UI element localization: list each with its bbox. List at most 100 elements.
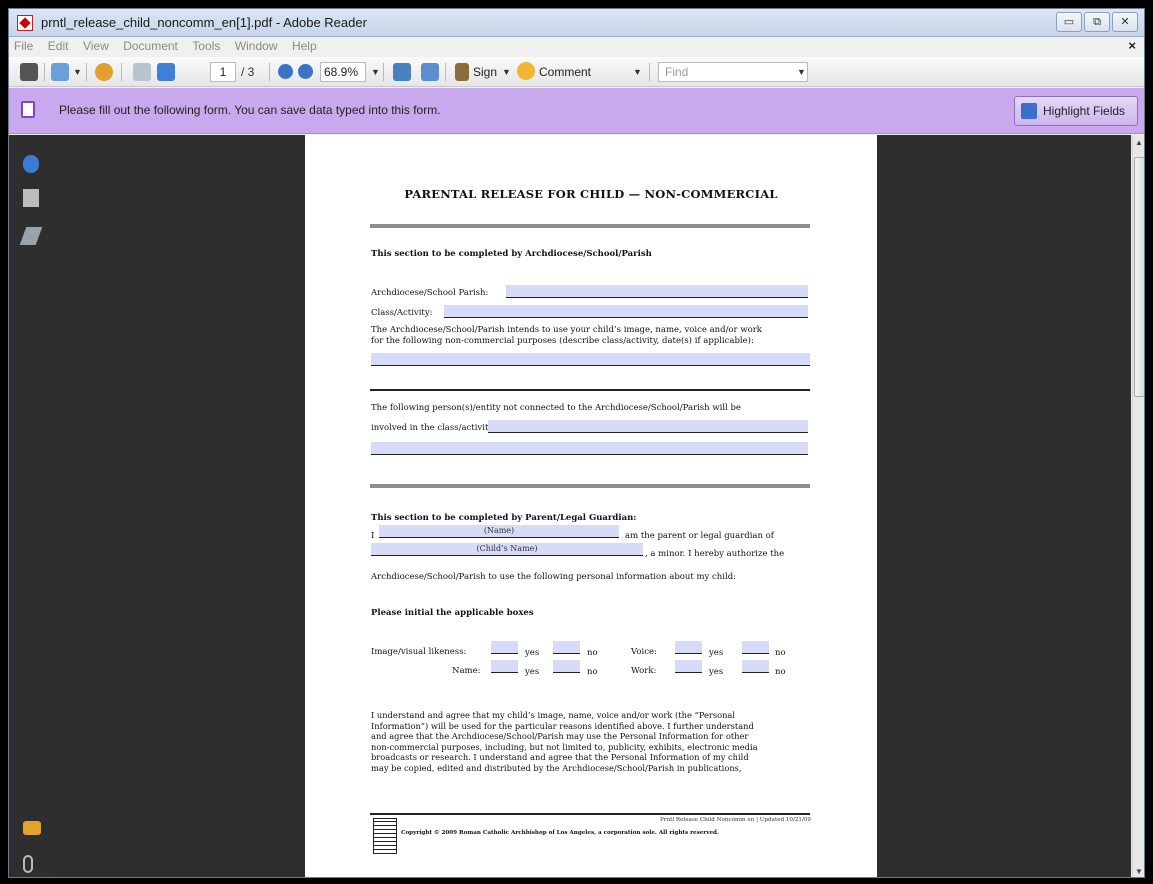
zoom-out-icon[interactable]	[278, 64, 293, 79]
name-no-initial[interactable]	[553, 660, 580, 673]
voice-yes-initial[interactable]	[675, 641, 702, 654]
previous-page-icon[interactable]	[133, 63, 151, 81]
menu-edit[interactable]: Edit	[43, 37, 74, 55]
title-bar: prntl_release_child_noncomm_en[1].pdf - …	[9, 9, 1144, 37]
paragraph-line: may be copied, edited and distributed by…	[371, 762, 742, 773]
parish-label: Archdiocese/School Parish:	[371, 288, 489, 298]
menu-tools[interactable]: Tools	[187, 37, 225, 55]
highlight-fields-button[interactable]: Highlight Fields	[1014, 96, 1138, 126]
parent-name-field[interactable]: (Name)	[379, 525, 619, 538]
restore-button[interactable]: ⧉	[1084, 12, 1110, 32]
comment-icon[interactable]	[517, 62, 535, 80]
voice-label: Voice:	[631, 647, 657, 657]
minor-text: , a minor. I hereby authorize the	[645, 549, 785, 559]
navigation-pane	[9, 135, 51, 877]
class-label: Class/Activity:	[371, 308, 433, 318]
info-icon[interactable]	[23, 155, 39, 173]
parent-text: am the parent or legal guardian of	[625, 531, 774, 541]
involved-entity-field[interactable]	[488, 420, 808, 433]
vertical-scrollbar[interactable]: ▲ ▼	[1132, 135, 1144, 877]
work-yes-label: yes	[709, 667, 724, 677]
chevron-down-icon[interactable]: ▼	[797, 67, 806, 77]
page-number-input[interactable]: 1	[210, 62, 236, 82]
paragraph-line: Information”) will be used for the parti…	[371, 720, 754, 731]
highlight-fields-label: Highlight Fields	[1043, 104, 1126, 118]
chevron-down-icon[interactable]: ▼	[73, 67, 82, 77]
persons-line-1: The following person(s)/entity not conne…	[371, 403, 741, 413]
image-likeness-label: Image/visual likeness:	[371, 647, 467, 657]
image-no-initial[interactable]	[553, 641, 580, 654]
class-activity-field[interactable]	[444, 305, 808, 318]
voice-no-label: no	[775, 648, 786, 658]
purposes-field[interactable]	[371, 353, 810, 366]
signatures-icon[interactable]	[19, 227, 43, 245]
sign-button[interactable]: Sign	[473, 65, 497, 79]
document-title: PARENTAL RELEASE FOR CHILD — NON-COMMERC…	[404, 187, 778, 201]
toolbar-separator	[121, 63, 122, 81]
section-divider	[370, 484, 810, 488]
voice-no-initial[interactable]	[742, 641, 769, 654]
window-controls: ▭ ⧉ ✕	[1056, 12, 1138, 32]
name-label: Name:	[452, 666, 481, 676]
involved-entity-field-2[interactable]	[371, 442, 808, 455]
toolbar-separator	[649, 63, 650, 81]
menu-window[interactable]: Window	[230, 37, 283, 55]
intends-line-2: for the following non-commercial purpose…	[371, 336, 754, 346]
toolbar: ▼ 1 / 3 68.9% ▼ Sign ▼ Comment ▼ Find ▼	[9, 57, 1144, 87]
persons-line-2: involved in the class/activity:	[371, 423, 497, 433]
menu-view[interactable]: View	[78, 37, 114, 55]
name-yes-initial[interactable]	[491, 660, 518, 673]
document-viewport[interactable]: PARENTAL RELEASE FOR CHILD — NON-COMMERC…	[51, 135, 1131, 877]
menu-help[interactable]: Help	[287, 37, 322, 55]
section1-heading: This section to be completed by Archdioc…	[371, 249, 652, 259]
chevron-down-icon[interactable]: ▼	[371, 67, 380, 77]
menu-file[interactable]: File	[9, 37, 38, 55]
fit-width-icon[interactable]	[421, 63, 439, 81]
footer-copyright: Copyright © 2009 Roman Catholic Archbish…	[401, 830, 719, 836]
comment-button[interactable]: Comment	[539, 65, 591, 79]
voice-yes-label: yes	[709, 648, 724, 658]
chevron-down-icon[interactable]: ▼	[633, 67, 642, 77]
collaborate-icon[interactable]	[95, 63, 113, 81]
attachment-icon[interactable]	[23, 855, 33, 873]
comments-icon[interactable]	[23, 821, 41, 835]
sign-pen-icon[interactable]	[455, 63, 469, 81]
name-hint: (Name)	[483, 526, 515, 535]
work-label: Work:	[631, 666, 657, 676]
create-pdf-icon[interactable]	[51, 63, 69, 81]
close-document-button[interactable]: ×	[1128, 38, 1136, 53]
image-yes-initial[interactable]	[491, 641, 518, 654]
footer-rule	[370, 813, 810, 815]
pdf-app-icon	[17, 15, 33, 31]
zoom-in-icon[interactable]	[298, 64, 313, 79]
work-no-initial[interactable]	[742, 660, 769, 673]
form-notification-bar: Please fill out the following form. You …	[9, 88, 1144, 134]
section-divider	[370, 224, 810, 228]
pages-icon[interactable]	[23, 189, 39, 207]
toolbar-separator	[383, 63, 384, 81]
page-total: / 3	[241, 65, 255, 79]
image-yes-label: yes	[525, 648, 540, 658]
window-title: prntl_release_child_noncomm_en[1].pdf - …	[41, 15, 367, 30]
chevron-down-icon[interactable]: ▼	[502, 67, 511, 77]
scrollbar-thumb[interactable]	[1134, 157, 1144, 397]
archdiocese-seal-logo	[373, 818, 397, 854]
next-page-icon[interactable]	[157, 63, 175, 81]
child-name-field[interactable]: (Child’s Name)	[371, 543, 643, 556]
paragraph-line: non-commercial purposes, including, but …	[371, 741, 758, 752]
close-button[interactable]: ✕	[1112, 12, 1138, 32]
work-yes-initial[interactable]	[675, 660, 702, 673]
find-input[interactable]: Find	[658, 62, 808, 82]
highlight-icon	[1021, 103, 1037, 119]
paragraph-line: I understand and agree that my child’s i…	[371, 710, 736, 720]
zoom-level-input[interactable]: 68.9%	[320, 62, 366, 82]
scroll-up-icon[interactable]: ▲	[1135, 138, 1143, 147]
parish-field[interactable]	[506, 285, 808, 298]
toolbar-separator	[445, 63, 446, 81]
menu-document[interactable]: Document	[118, 37, 183, 55]
print-icon[interactable]	[20, 63, 38, 81]
scroll-down-icon[interactable]: ▼	[1135, 867, 1143, 876]
fit-page-icon[interactable]	[393, 63, 411, 81]
pdf-page: PARENTAL RELEASE FOR CHILD — NON-COMMERC…	[305, 135, 877, 877]
minimize-button[interactable]: ▭	[1056, 12, 1082, 32]
